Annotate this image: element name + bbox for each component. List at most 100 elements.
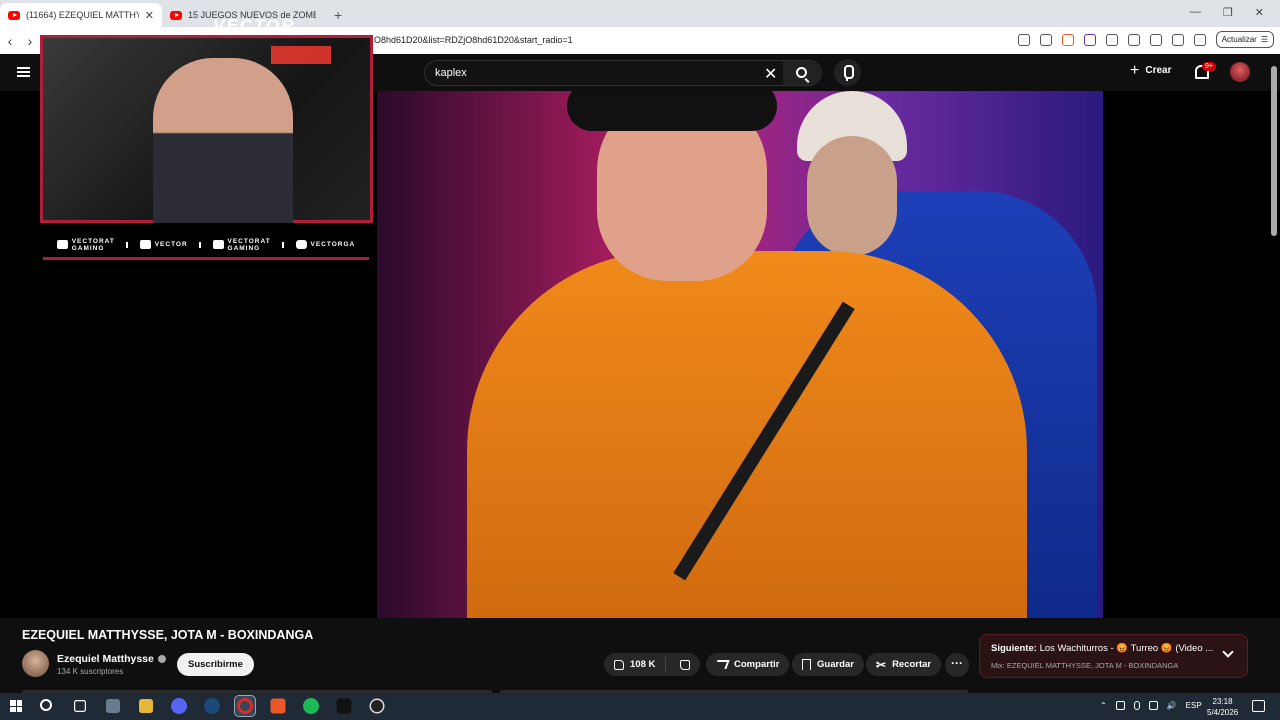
steam-icon[interactable] <box>204 698 220 714</box>
explorer-icon[interactable] <box>106 699 120 713</box>
social-twitter: VECTORAT GAMING <box>212 238 271 252</box>
taskbar-search-icon[interactable] <box>40 699 52 711</box>
stream-brand-text: VECTOR <box>213 16 296 35</box>
obs-icon[interactable] <box>369 698 385 714</box>
task-view-icon[interactable] <box>74 700 86 712</box>
wallet-icon[interactable] <box>1171 33 1184 46</box>
tab-close-icon[interactable]: ✕ <box>145 9 154 22</box>
youtube-icon <box>56 240 68 249</box>
notification-badge: 9+ <box>1202 62 1216 71</box>
like-button[interactable]: 108 K <box>604 657 667 672</box>
tab-title: (11664) EZEQUIEL MATTHYSSE <box>26 10 139 20</box>
windows-start-icon[interactable] <box>10 700 22 712</box>
video-info: EZEQUIEL MATTHYSSE, JOTA M - BOXINDANGA … <box>0 618 1280 693</box>
rewards-icon[interactable] <box>1083 33 1096 46</box>
like-dislike-group: 108 K <box>604 653 700 676</box>
tray-expand-icon[interactable]: ⌃ <box>1100 701 1107 710</box>
restore-icon[interactable]: ❐ <box>1223 6 1233 19</box>
folder-icon[interactable] <box>139 699 153 713</box>
share-button[interactable]: Compartir <box>706 653 790 676</box>
separator <box>282 241 285 248</box>
peek-bar <box>500 690 968 693</box>
taskbar-apps <box>70 695 387 717</box>
voice-search-button[interactable] <box>834 59 861 86</box>
extensions-icon[interactable] <box>1105 33 1118 46</box>
video-title: EZEQUIEL MATTHYSSE, JOTA M - BOXINDANGA <box>22 628 314 642</box>
dislike-button[interactable] <box>672 659 698 670</box>
stream-socials-bar: VECTORAT GAMING VECTOR VECTORAT GAMING V… <box>43 232 369 260</box>
tray-app-icon[interactable] <box>1115 701 1125 710</box>
brave-icon[interactable] <box>270 698 286 714</box>
system-tray: ⌃ 🔊 ESP <box>1100 701 1202 710</box>
account-avatar[interactable] <box>1230 62 1250 82</box>
separator <box>126 241 129 248</box>
channel-name-label: Ezequiel Matthysse <box>57 653 154 665</box>
peek-bar <box>22 690 492 693</box>
save-button[interactable]: Guardar <box>792 653 864 676</box>
channel-name[interactable]: Ezequiel Matthysse <box>57 653 166 665</box>
share-page-icon[interactable] <box>1039 33 1052 46</box>
browser-tab-bar: (11664) EZEQUIEL MATTHYSSE ✕ 15 JUEGOS N… <box>0 0 1280 27</box>
capcut-icon[interactable] <box>336 698 352 714</box>
network-icon[interactable] <box>1148 701 1158 710</box>
brave-shield-icon[interactable] <box>1061 33 1074 46</box>
clip-button[interactable]: ✂ Recortar <box>866 653 942 676</box>
window-close-icon[interactable]: ✕ <box>1255 6 1264 19</box>
streamer-person <box>153 58 293 223</box>
verified-icon <box>157 655 166 663</box>
channel-avatar[interactable] <box>22 650 49 677</box>
music-icon[interactable] <box>1127 33 1140 46</box>
create-label: Crear <box>1145 65 1172 76</box>
taskbar-clock[interactable]: 23:18 5/4/2026 <box>1207 696 1238 718</box>
thumbs-up-icon <box>614 659 624 670</box>
spotify-icon[interactable] <box>303 698 319 714</box>
language-indicator[interactable]: ESP <box>1186 701 1202 710</box>
clear-search-icon[interactable]: ✕ <box>764 64 777 84</box>
update-label: Actualizar <box>1221 35 1257 44</box>
back-icon[interactable]: ‹ <box>0 33 20 49</box>
black-cap <box>567 91 777 131</box>
search-box[interactable]: kaplex ✕ <box>424 60 822 86</box>
search-icon <box>796 67 807 78</box>
twitch-icon <box>139 240 151 249</box>
vpn-icon[interactable] <box>1193 33 1206 46</box>
speaker-icon[interactable]: 🔊 <box>1167 701 1177 710</box>
search-button[interactable] <box>783 61 822 85</box>
window-controls: — ❐ ✕ <box>1190 6 1280 27</box>
update-button[interactable]: Actualizar ☰ <box>1215 31 1274 48</box>
up-next-title: Siguiente: Los Wachiturros - 😡 Turreo 😡 … <box>991 643 1216 654</box>
minimize-icon[interactable]: — <box>1190 6 1201 19</box>
social-label: GAMING <box>71 244 105 252</box>
microphone-icon[interactable] <box>1133 701 1140 710</box>
up-next-video: Los Wachiturros - 😡 Turreo 😡 (Video ... <box>1039 643 1214 654</box>
create-button[interactable]: + Crear <box>1130 62 1172 78</box>
opera-icon[interactable] <box>234 695 256 717</box>
discord-icon[interactable] <box>171 698 187 714</box>
browser-tab-active[interactable]: (11664) EZEQUIEL MATTHYSSE ✕ <box>0 3 162 27</box>
social-instagram: VECTORGA <box>295 240 356 249</box>
new-tab-icon[interactable]: + <box>324 7 352 27</box>
share-icon <box>714 660 730 669</box>
forward-icon[interactable]: › <box>20 33 40 49</box>
social-youtube: VECTORAT GAMING <box>56 238 115 252</box>
social-label: GAMING <box>227 244 261 252</box>
subscriber-count: 134 K suscriptores <box>57 667 124 676</box>
up-next-prefix: Siguiente: <box>991 643 1037 654</box>
menu-hamburger-icon[interactable] <box>17 67 30 77</box>
cast-icon[interactable] <box>1017 33 1030 46</box>
page-scrollbar[interactable] <box>1271 66 1277 236</box>
up-next-card[interactable]: Siguiente: Los Wachiturros - 😡 Turreo 😡 … <box>979 634 1248 678</box>
webcam-light <box>271 46 331 64</box>
search-input[interactable]: kaplex <box>435 67 467 79</box>
subscribe-button[interactable]: Suscribirme <box>177 653 254 676</box>
more-actions-button[interactable]: ··· <box>945 653 969 677</box>
social-label: VECTORGA <box>310 241 356 248</box>
url-field[interactable]: O8hd61D20&list=RDZjO8hd61D20&start_radio… <box>374 35 573 45</box>
streamer-webcam-overlay: VECTOR <box>40 16 373 223</box>
chevron-down-icon[interactable] <box>1222 646 1234 658</box>
video-frame <box>377 91 1103 618</box>
twitter-icon <box>212 240 224 249</box>
sidebar-icon[interactable] <box>1149 33 1162 46</box>
share-label: Compartir <box>734 659 780 670</box>
notifications-center-icon[interactable] <box>1252 700 1265 712</box>
